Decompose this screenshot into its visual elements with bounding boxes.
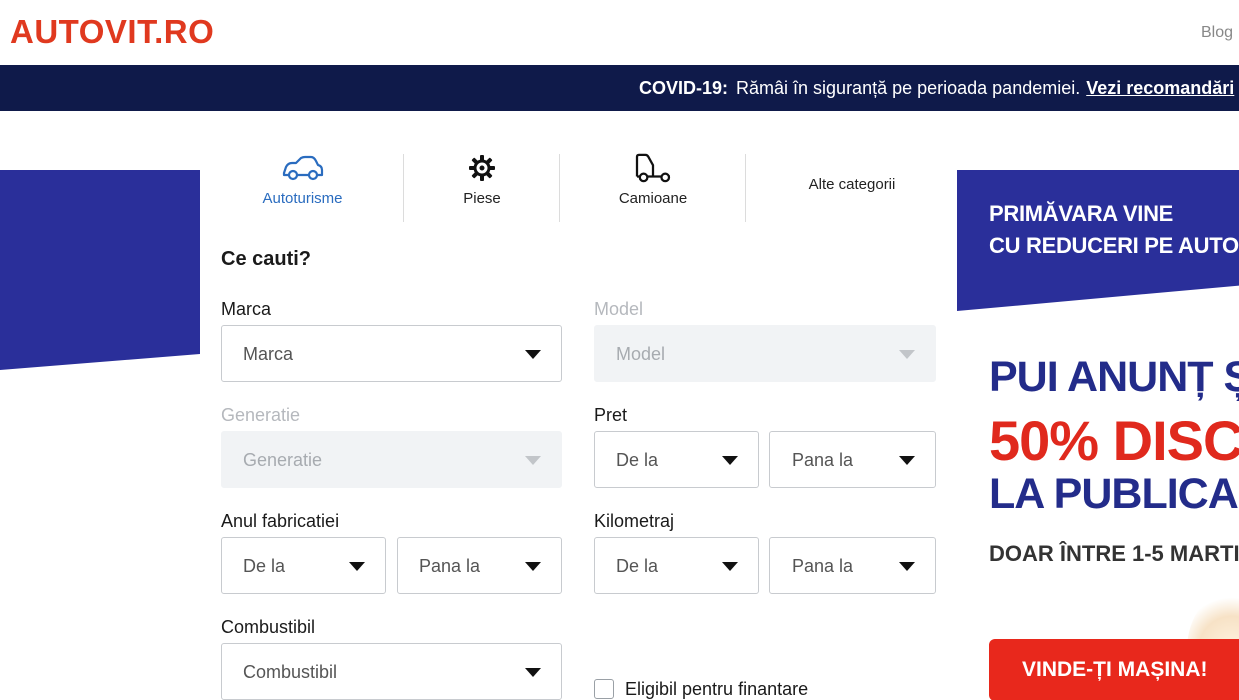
an-to-value: Pana la — [419, 556, 481, 576]
car-icon — [282, 155, 323, 181]
marca-select-value: Marca — [243, 344, 294, 364]
km-from-value: De la — [616, 556, 659, 576]
tab-autoturisme[interactable]: Autoturisme — [240, 152, 365, 222]
pret-from-value: De la — [616, 450, 659, 470]
ad-sell-car-button[interactable]: VINDE-ȚI MAȘINA! — [989, 639, 1239, 700]
chevron-down-icon — [525, 456, 541, 465]
ad-headline1: PUI ANUNȚ ȘI AI — [989, 353, 1239, 401]
tab-autoturisme-label: Autoturisme — [262, 190, 343, 207]
an-from-value: De la — [243, 556, 286, 576]
tab-separator — [745, 154, 746, 222]
model-label: Model — [594, 299, 644, 319]
kilometraj-label: Kilometraj — [594, 511, 675, 531]
pret-to-select[interactable]: Pana la — [769, 431, 936, 488]
blog-link[interactable]: Blog — [1201, 24, 1233, 42]
form-title: Ce cauti? — [221, 248, 312, 270]
promo-ad-banner[interactable]: PRIMĂVARA VINE CU REDUCERI PE AUTOVIT PU… — [957, 170, 1239, 700]
tab-separator — [403, 154, 404, 222]
covid-label: COVID-19: — [639, 78, 729, 98]
combustibil-select-value: Combustibil — [243, 662, 338, 682]
chevron-down-icon — [525, 350, 541, 359]
chevron-down-icon — [722, 562, 738, 571]
tab-separator — [559, 154, 560, 222]
tab-alte-categorii[interactable]: Alte categorii — [790, 176, 914, 246]
an-fabricatie-label: Anul fabricatiei — [221, 511, 340, 531]
ad-top-line2: CU REDUCERI PE AUTOVIT — [989, 233, 1239, 258]
truck-icon — [635, 153, 671, 183]
pret-to-value: Pana la — [792, 450, 854, 470]
combustibil-select[interactable]: Combustibil — [221, 643, 562, 700]
tab-alte-categorii-label: Alte categorii — [808, 176, 896, 193]
generatie-select[interactable]: Generatie — [221, 431, 562, 488]
marca-select[interactable]: Marca — [221, 325, 562, 382]
ad-headline2: 50% DISCOUNT — [989, 409, 1239, 472]
km-to-value: Pana la — [792, 556, 854, 576]
tab-piese[interactable]: Piese — [432, 152, 532, 222]
ad-top-line1: PRIMĂVARA VINE — [989, 201, 1174, 226]
tab-camioane-label: Camioane — [618, 190, 688, 207]
chevron-down-icon — [525, 668, 541, 677]
generatie-label: Generatie — [221, 405, 301, 425]
generatie-select-value: Generatie — [243, 450, 323, 470]
model-select[interactable]: Model — [594, 325, 936, 382]
an-from-select[interactable]: De la — [221, 537, 386, 594]
covid-message: Rămâi în siguranță pe perioada pandemiei… — [736, 78, 1081, 98]
tab-camioane[interactable]: Camioane — [603, 152, 703, 222]
site-header: AUTOVIT.RO Blog — [0, 0, 1239, 65]
model-select-value: Model — [616, 344, 666, 364]
tab-piese-label: Piese — [463, 190, 501, 207]
finantare-label: Eligibil pentru finantare — [625, 679, 809, 699]
ad-headline3: LA PUBLICARE — [989, 470, 1239, 518]
ad-date-range: DOAR ÎNTRE 1-5 MARTIE — [989, 541, 1239, 566]
km-from-select[interactable]: De la — [594, 537, 759, 594]
chevron-down-icon — [525, 562, 541, 571]
chevron-down-icon — [899, 350, 915, 359]
gear-icon — [469, 155, 495, 181]
chevron-down-icon — [899, 456, 915, 465]
covid-banner: COVID-19: Rămâi în siguranță pe perioada … — [0, 65, 1239, 111]
pret-from-select[interactable]: De la — [594, 431, 759, 488]
km-to-select[interactable]: Pana la — [769, 537, 936, 594]
marca-label: Marca — [221, 299, 272, 319]
left-decorative-banner — [0, 170, 200, 370]
an-to-select[interactable]: Pana la — [397, 537, 562, 594]
chevron-down-icon — [349, 562, 365, 571]
pret-label: Pret — [594, 405, 628, 425]
chevron-down-icon — [899, 562, 915, 571]
covid-recommendations-link[interactable]: Vezi recomandări — [1086, 78, 1234, 98]
chevron-down-icon — [722, 456, 738, 465]
finantare-checkbox[interactable] — [594, 679, 614, 699]
combustibil-label: Combustibil — [221, 617, 316, 637]
site-logo[interactable]: AUTOVIT.RO — [10, 13, 214, 51]
